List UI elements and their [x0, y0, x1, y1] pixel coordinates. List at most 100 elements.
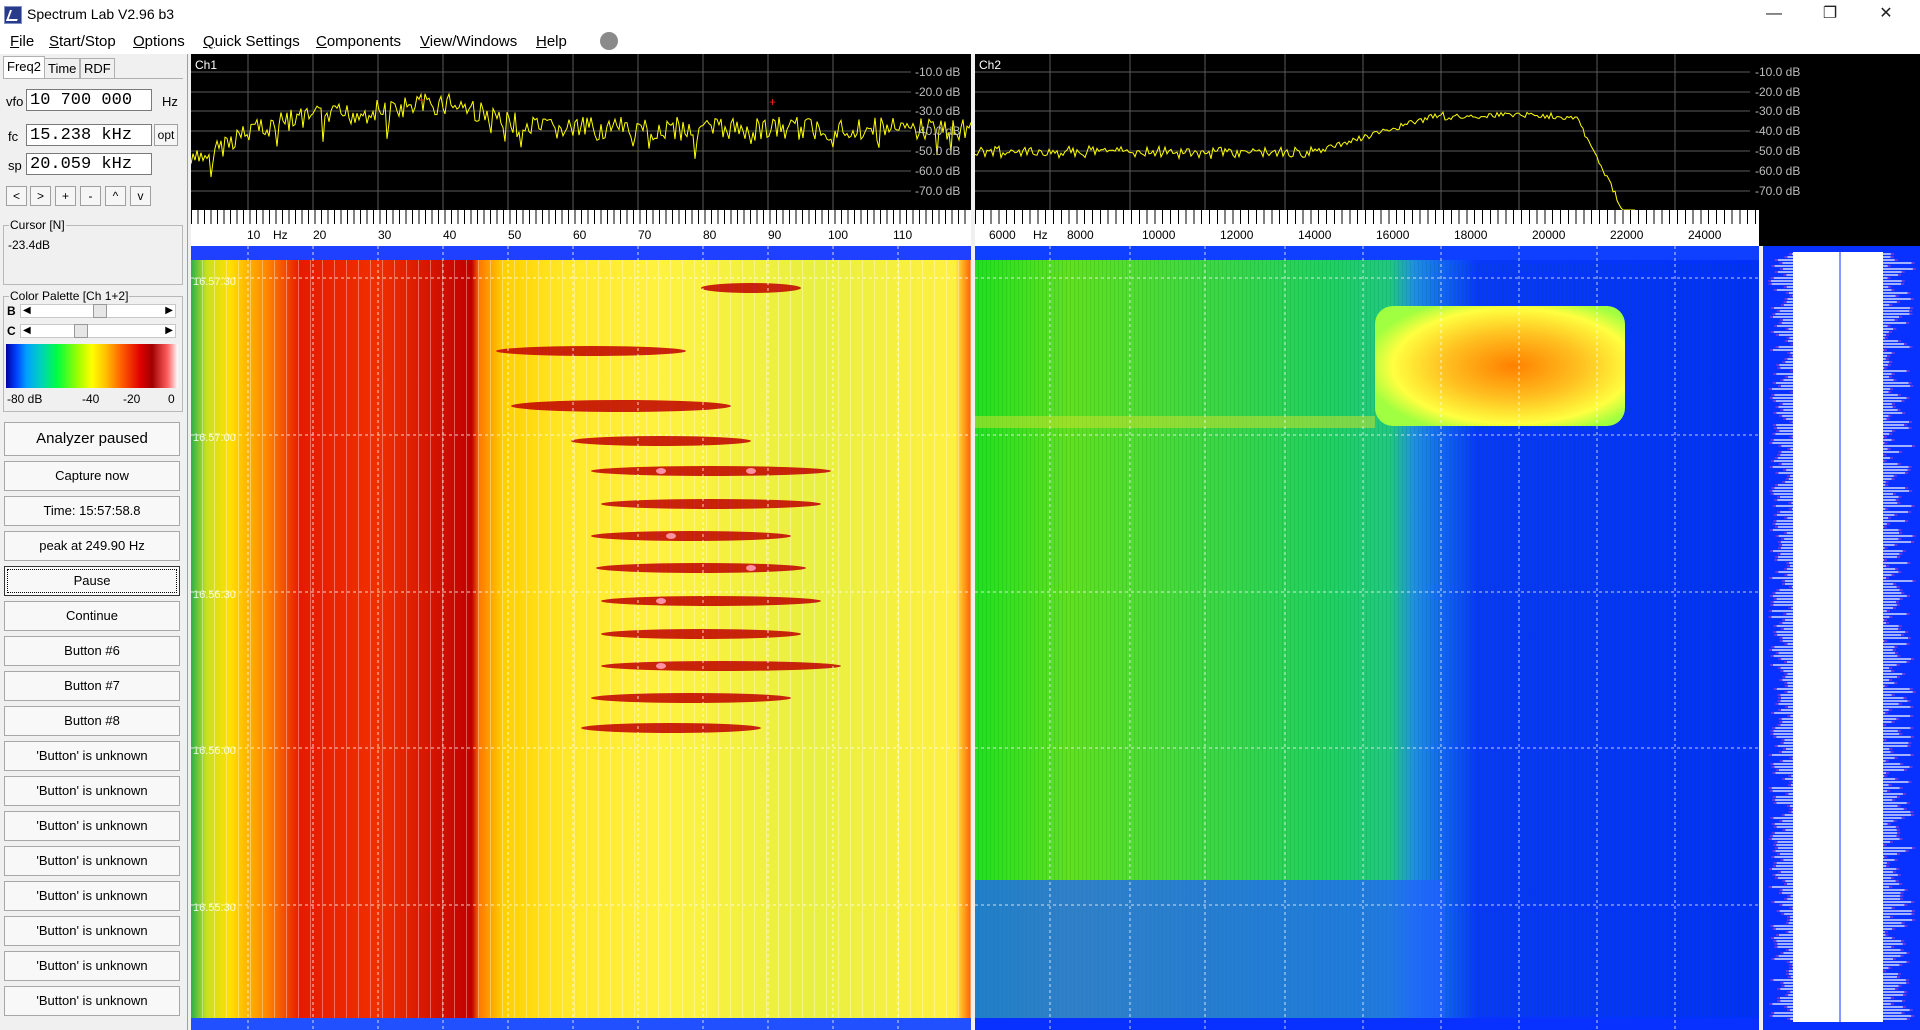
time-button[interactable]: Time: 15:57:58.8: [4, 496, 180, 526]
menu-quick-settings[interactable]: Quick Settings: [203, 33, 300, 50]
unknown-button[interactable]: 'Button' is unknown: [4, 776, 180, 806]
db-tick-label: -30.0 dB: [1755, 104, 1801, 118]
freq-tick-label: 50: [508, 228, 522, 242]
ch2-scale-ticks: [975, 210, 1759, 224]
palette-scale-label: -20: [123, 392, 141, 406]
freq-tick-label: 8000: [1067, 228, 1094, 242]
freq-tick-label: 6000: [989, 228, 1016, 242]
db-tick-label: -20.0 dB: [1755, 85, 1801, 99]
unknown-button[interactable]: 'Button' is unknown: [4, 986, 180, 1016]
continue-button[interactable]: Continue: [4, 601, 180, 631]
slider-left-icon: ◀: [23, 305, 31, 316]
freq-tick-label: 90: [768, 228, 782, 242]
unknown-button[interactable]: 'Button' is unknown: [4, 741, 180, 771]
peak-button[interactable]: peak at 249.90 Hz: [4, 531, 180, 561]
minimize-icon[interactable]: —: [1746, 0, 1802, 30]
db-tick-label: -60.0 dB: [915, 164, 961, 178]
pause-button[interactable]: Pause: [4, 566, 180, 596]
ch1-waterfall[interactable]: 16.57.30 16.57.00 16.56.30 16.56.00 16.5…: [191, 246, 971, 1030]
tab-rdf[interactable]: RDF: [80, 58, 115, 79]
ch1-spectrum-plot[interactable]: + + Ch1 -10.0 dB -20.0 dB -30.0 dB -40.0…: [191, 54, 971, 210]
ch2-label: Ch2: [979, 58, 1002, 72]
maximize-icon[interactable]: ❐: [1802, 0, 1858, 30]
freq-tick-label: 70: [638, 228, 652, 242]
sp-input[interactable]: 20.059 kHz: [26, 153, 152, 175]
palette-scale-label: 0: [168, 392, 175, 406]
nav-up-button[interactable]: ^: [105, 186, 126, 206]
menu-help[interactable]: Help: [536, 33, 567, 50]
freq-tick-label: 18000: [1454, 228, 1488, 242]
level-history-graph: [1768, 246, 1916, 1030]
cursor-value: -23.4dB: [8, 238, 51, 252]
window-title: Spectrum Lab V2.96 b3: [27, 6, 175, 22]
fc-input[interactable]: 15.238 kHz: [26, 124, 152, 146]
db-tick-label: -60.0 dB: [1755, 164, 1801, 178]
freq-tick-label: 110: [893, 228, 913, 242]
waterfall-time-label: 16.56.30: [193, 589, 236, 601]
palette-title: Color Palette [Ch 1+2]: [9, 289, 130, 303]
db-tick-label: -30.0 dB: [915, 104, 961, 118]
button-6[interactable]: Button #6: [4, 636, 180, 666]
nav-left-button[interactable]: <: [6, 186, 27, 206]
fc-label: fc: [8, 129, 19, 144]
unknown-button[interactable]: 'Button' is unknown: [4, 846, 180, 876]
ch1-spectrum-trace: [191, 92, 971, 178]
brightness-slider-thumb[interactable]: [92, 304, 107, 318]
brightness-slider[interactable]: ◀ ▶: [20, 304, 176, 318]
cursor-title: Cursor [N]: [9, 218, 66, 232]
db-tick-label: -40.0 dB: [1755, 124, 1801, 138]
freq-tick-label: 14000: [1298, 228, 1332, 242]
slider-left-icon: ◀: [23, 325, 31, 336]
button-8[interactable]: Button #8: [4, 706, 180, 736]
capture-now-button[interactable]: Capture now: [4, 461, 180, 491]
freq-tick-label: 12000: [1220, 228, 1254, 242]
button-7[interactable]: Button #7: [4, 671, 180, 701]
db-tick-label: -20.0 dB: [915, 85, 961, 99]
menu-start-stop[interactable]: Start/Stop: [49, 33, 116, 50]
ch2-waterfall[interactable]: [975, 246, 1759, 1030]
ch2-spectrum-trace: [975, 111, 1635, 210]
sp-label: sp: [8, 158, 22, 173]
menu-components[interactable]: Components: [316, 33, 401, 50]
nav-right-button[interactable]: >: [30, 186, 51, 206]
menu-options[interactable]: Options: [133, 33, 185, 50]
vfo-input[interactable]: 10 700 000: [26, 89, 152, 111]
freq-tick-label: 100: [828, 228, 849, 242]
close-icon[interactable]: ✕: [1858, 0, 1914, 30]
unknown-button[interactable]: 'Button' is unknown: [4, 916, 180, 946]
db-tick-label: -50.0 dB: [1755, 144, 1801, 158]
tab-time[interactable]: Time: [44, 58, 81, 79]
zoom-out-button[interactable]: -: [80, 186, 101, 206]
slider-right-icon: ▶: [165, 325, 173, 336]
ch1-graticule: + +: [191, 54, 971, 210]
db-tick-label: -50.0 dB: [915, 144, 961, 158]
freq-tick-label: 80: [703, 228, 717, 242]
analyzer-paused-button[interactable]: Analyzer paused: [4, 422, 180, 456]
nav-down-button[interactable]: v: [130, 186, 151, 206]
menu-view-windows[interactable]: View/Windows: [420, 33, 517, 50]
freq-tick-label: 10: [247, 228, 261, 242]
unknown-button[interactable]: 'Button' is unknown: [4, 951, 180, 981]
zoom-in-button[interactable]: +: [55, 186, 76, 206]
color-palette-bar: [6, 344, 178, 388]
db-tick-label: -10.0 dB: [915, 65, 961, 79]
waterfall-time-label: 16.55.30: [193, 902, 236, 914]
contrast-slider-thumb[interactable]: [74, 324, 89, 338]
opt-button[interactable]: opt: [154, 124, 178, 146]
freq-tick-label: 30: [378, 228, 392, 242]
unknown-button[interactable]: 'Button' is unknown: [4, 811, 180, 841]
unknown-button[interactable]: 'Button' is unknown: [4, 881, 180, 911]
ch2-spectrum-plot[interactable]: Ch2 -10.0 dB -20.0 dB -30.0 dB -40.0 dB …: [975, 54, 1920, 210]
ch1-label: Ch1: [195, 58, 218, 72]
tab-freq2[interactable]: Freq2: [3, 56, 45, 79]
ch1-scale-ticks: [191, 210, 971, 224]
contrast-slider[interactable]: ◀ ▶: [20, 324, 176, 338]
freq-tick-label: 24000: [1688, 228, 1722, 242]
db-tick-label: -70.0 dB: [915, 184, 961, 198]
freq-unit-label: Hz: [273, 228, 288, 242]
ch1-frequency-scale: 10 Hz 20 30 40 50 60 70 80 90 100 110: [191, 210, 971, 246]
freq-tick-label: 22000: [1610, 228, 1644, 242]
palette-scale-label: -80 dB: [7, 392, 43, 406]
menu-file[interactable]: File: [10, 33, 34, 50]
db-tick-label: -10.0 dB: [1755, 65, 1801, 79]
